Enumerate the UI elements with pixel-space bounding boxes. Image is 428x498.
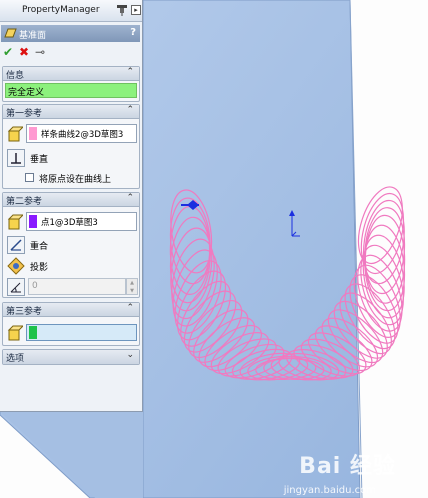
perpendicular-option[interactable]: 垂直: [6, 148, 138, 168]
angle-input[interactable]: 0: [28, 278, 126, 295]
selection-cube-icon: [7, 325, 23, 341]
info-group: 信息 ⌃ 完全定义: [2, 66, 140, 102]
watermark-url: jingyan.baidu.com: [283, 485, 376, 496]
cancel-button[interactable]: ✖: [19, 45, 29, 59]
third-reference-header[interactable]: 第三参考 ⌃: [3, 303, 139, 317]
panel-titlebar: PropertyManager ▸: [0, 0, 142, 22]
selection-cube-icon: [7, 214, 23, 230]
ok-button[interactable]: ✔: [3, 45, 13, 59]
coincident-label: 重合: [30, 242, 49, 252]
collapse-icon[interactable]: ⌃: [126, 303, 134, 313]
third-reference-row: [6, 323, 138, 343]
coincident-icon[interactable]: [7, 236, 25, 254]
second-reference-color-swatch: [29, 215, 37, 228]
property-manager-panel: PropertyManager ▸ 基准面 ? ✔ ✖ ⊸ 信息 ⌃ 完全定义 …: [0, 0, 143, 412]
first-reference-header[interactable]: 第一参考 ⌃: [3, 105, 139, 119]
third-reference-title: 第三参考: [6, 307, 43, 317]
projection-option[interactable]: 投影: [6, 256, 138, 276]
third-reference-color-swatch: [29, 326, 37, 339]
angle-spinner-row: 0 ▲ ▼: [6, 277, 138, 297]
second-reference-group: 第二参考 ⌃ 点1@3D草图3 重合 投影 0 ▲ ▼: [2, 192, 140, 298]
options-group-title: 选项: [6, 354, 25, 364]
first-reference-row: 样条曲线2@3D草图3: [6, 124, 138, 144]
collapse-icon[interactable]: ⌃: [126, 193, 134, 203]
third-reference-selection-box[interactable]: [26, 324, 137, 341]
options-group: 选项 ⌄: [2, 349, 140, 365]
pin-icon[interactable]: [116, 4, 128, 16]
coincident-option[interactable]: 重合: [6, 235, 138, 255]
origin-on-curve-label: 将原点设在曲线上: [39, 175, 112, 185]
second-reference-header[interactable]: 第二参考 ⌃: [3, 193, 139, 207]
collapse-icon[interactable]: ⌃: [126, 67, 134, 77]
info-group-header[interactable]: 信息 ⌃: [3, 67, 139, 81]
watermark-logo: Bai 经验: [299, 454, 396, 479]
info-group-title: 信息: [6, 71, 25, 81]
feature-name: 基准面: [19, 31, 47, 41]
angle-icon[interactable]: [7, 278, 25, 296]
projection-icon[interactable]: [7, 257, 25, 275]
perpendicular-label: 垂直: [30, 155, 49, 165]
help-button[interactable]: ?: [130, 27, 136, 38]
angle-spinner-arrows[interactable]: ▲ ▼: [126, 278, 138, 295]
expand-icon[interactable]: ⌄: [126, 350, 134, 360]
keep-visible-button[interactable]: ⊸: [35, 45, 45, 59]
first-reference-color-swatch: [29, 127, 37, 140]
first-reference-selection-text: 样条曲线2@3D草图3: [41, 130, 124, 140]
status-message: 完全定义: [5, 83, 137, 98]
selection-cube-icon: [7, 126, 23, 142]
second-reference-title: 第二参考: [6, 197, 43, 207]
panel-title: PropertyManager: [22, 5, 100, 15]
first-reference-title: 第一参考: [6, 109, 43, 119]
perpendicular-icon[interactable]: [7, 149, 25, 167]
collapse-icon[interactable]: ⌃: [126, 105, 134, 115]
plane-feature-icon: [4, 28, 17, 38]
second-reference-selection-text: 点1@3D草图3: [41, 218, 98, 228]
panel-menu-button[interactable]: ▸: [131, 5, 141, 15]
second-reference-row: 点1@3D草图3: [6, 212, 138, 232]
projection-label: 投影: [30, 263, 49, 273]
third-reference-group: 第三参考 ⌃: [2, 302, 140, 346]
first-reference-selection-box[interactable]: 样条曲线2@3D草图3: [26, 124, 137, 143]
options-group-header[interactable]: 选项 ⌄: [3, 350, 139, 364]
origin-on-curve-checkbox[interactable]: [25, 173, 34, 182]
feature-header: 基准面 ?: [1, 25, 140, 42]
first-reference-group: 第一参考 ⌃ 样条曲线2@3D草图3 垂直 将原点设在曲线上: [2, 104, 140, 189]
second-reference-selection-box[interactable]: 点1@3D草图3: [26, 212, 137, 231]
